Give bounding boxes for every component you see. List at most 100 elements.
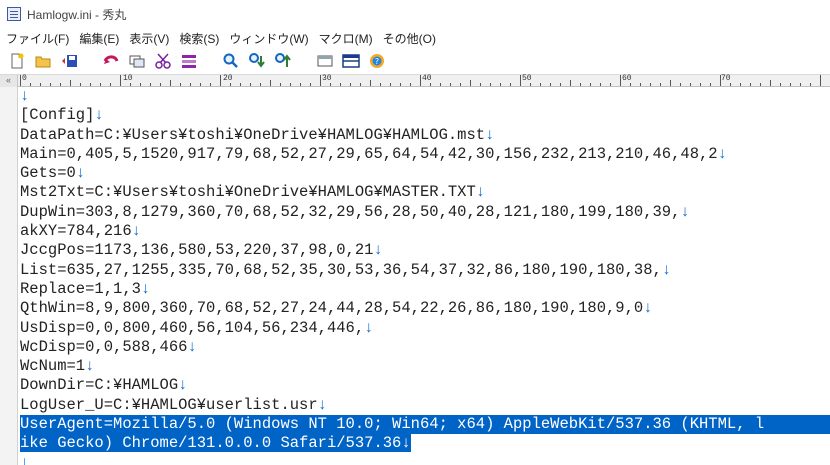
line-text: Mst2Txt=C:¥Users¥toshi¥OneDrive¥HAMLOG¥M…: [20, 183, 476, 202]
editor-line[interactable]: Mst2Txt=C:¥Users¥toshi¥OneDrive¥HAMLOG¥M…: [20, 183, 830, 202]
open-file-button[interactable]: [32, 50, 54, 72]
find-previous-button[interactable]: [272, 50, 294, 72]
cut-button[interactable]: [152, 50, 174, 72]
newline-mark: ↓: [717, 144, 727, 163]
editor-line[interactable]: UserAgent=Mozilla/5.0 (Windows NT 10.0; …: [20, 415, 830, 435]
ruler-label: 40: [422, 74, 432, 83]
line-text: Gets=0: [20, 164, 76, 183]
line-text: DownDir=C:¥HAMLOG: [20, 376, 179, 395]
editor-line[interactable]: ↓: [20, 87, 830, 106]
line-text: Main=0,405,5,1520,917,79,68,52,27,29,65,…: [20, 144, 718, 163]
menu-edit[interactable]: 編集(E): [74, 30, 124, 47]
save-icon: [62, 55, 77, 67]
newline-mark: ↓: [140, 279, 151, 298]
ruler-label: 50: [522, 74, 532, 83]
line-text: [Config]: [20, 106, 95, 125]
editor-line[interactable]: DupWin=303,8,1279,360,70,68,52,32,29,56,…: [20, 203, 830, 222]
menu-search[interactable]: 検索(S): [174, 30, 224, 47]
line-text: DataPath=C:¥Users¥toshi¥OneDrive¥HAMLOG¥…: [20, 125, 486, 144]
column-ruler: « 0 10 20 30 40 50 60 70: [0, 74, 830, 87]
editor-line[interactable]: Replace=1,1,3↓: [20, 280, 830, 299]
select-lines-button[interactable]: [178, 50, 200, 72]
help-icon: ?: [370, 54, 384, 68]
split-window-icon: [342, 54, 360, 68]
new-file-icon: [11, 53, 24, 69]
editor-line[interactable]: QthWin=8,9,800,360,70,68,52,27,24,44,28,…: [20, 299, 830, 318]
menu-macro[interactable]: マクロ(M): [314, 30, 378, 47]
copy-icon: [129, 55, 145, 68]
line-gutter[interactable]: [0, 87, 18, 465]
ruler-label: 10: [123, 74, 133, 83]
editor-line[interactable]: Main=0,405,5,1520,917,79,68,52,27,29,65,…: [20, 145, 830, 164]
line-text: WcDisp=0,0,588,466: [20, 337, 188, 356]
ruler-label: 20: [223, 74, 233, 83]
toolbar: ?: [0, 48, 830, 75]
newline-mark: ↓: [178, 376, 188, 395]
editor-line[interactable]: ike Gecko) Chrome/131.0.0.0 Safari/537.3…: [20, 434, 830, 453]
search-up-icon: [275, 53, 291, 67]
editor-line[interactable]: DownDir=C:¥HAMLOG↓: [20, 376, 830, 395]
editor-line[interactable]: akXY=784,216↓: [20, 222, 830, 241]
line-text: List=635,27,1255,335,70,68,52,35,30,53,3…: [20, 260, 662, 279]
menu-bar: ファイル(F) 編集(E) 表示(V) 検索(S) ウィンドウ(W) マクロ(M…: [0, 28, 830, 48]
line-text: UsDisp=0,0,800,460,56,104,56,234,446,: [20, 318, 365, 337]
editor-line[interactable]: ↓: [20, 454, 830, 465]
ruler-label: 70: [721, 74, 731, 83]
editor-line[interactable]: List=635,27,1255,335,70,68,52,35,30,53,3…: [20, 261, 830, 280]
scissors-icon: [155, 53, 171, 69]
newline-mark: ↓: [317, 395, 327, 414]
line-text: akXY=784,216: [20, 222, 132, 241]
editor-line[interactable]: WcDisp=0,0,588,466↓: [20, 338, 830, 357]
title-bar: Hamlogw.ini - 秀丸: [0, 0, 830, 28]
newline-mark: ↓: [187, 337, 197, 356]
help-button[interactable]: ?: [366, 50, 388, 72]
newline-mark: ↓: [75, 164, 86, 183]
split-window-button[interactable]: [340, 50, 362, 72]
grep-button[interactable]: [314, 50, 336, 72]
editor-line[interactable]: UsDisp=0,0,800,460,56,104,56,234,446,↓: [20, 319, 830, 338]
save-button[interactable]: [58, 50, 80, 72]
ruler-label: 60: [622, 74, 632, 83]
newline-mark: ↓: [485, 125, 495, 144]
document-icon: [7, 7, 21, 21]
editor-line[interactable]: WcNum=1↓: [20, 357, 830, 376]
line-text: LogUser_U=C:¥HAMLOG¥userlist.usr: [20, 395, 318, 414]
menu-window[interactable]: ウィンドウ(W): [224, 30, 313, 47]
undo-button[interactable]: [100, 50, 122, 72]
ruler-gutter[interactable]: «: [0, 75, 18, 87]
newline-mark: ↓: [661, 260, 672, 279]
line-select-icon: [182, 55, 196, 68]
window-icon: [317, 55, 333, 67]
find-button[interactable]: [220, 50, 242, 72]
folder-open-icon: [35, 56, 51, 68]
newline-mark: ↓: [401, 434, 411, 453]
menu-other[interactable]: その他(O): [378, 30, 441, 47]
search-down-icon: [249, 53, 265, 68]
newline-mark: ↓: [20, 87, 30, 105]
editor-line[interactable]: LogUser_U=C:¥HAMLOG¥userlist.usr↓: [20, 396, 830, 415]
line-text: ike Gecko) Chrome/131.0.0.0 Safari/537.3…: [20, 434, 402, 453]
newline-mark: ↓: [680, 202, 690, 221]
menu-view[interactable]: 表示(V): [124, 30, 174, 47]
editor-line[interactable]: [Config]↓: [20, 106, 830, 125]
find-next-button[interactable]: [246, 50, 268, 72]
newline-mark: ↓: [20, 453, 30, 465]
editor-line[interactable]: DataPath=C:¥Users¥toshi¥OneDrive¥HAMLOG¥…: [20, 126, 830, 145]
line-text: JccgPos=1173,136,580,53,220,37,98,0,21: [20, 241, 374, 260]
search-icon: [223, 53, 238, 68]
newline-mark: ↓: [94, 106, 104, 125]
editor-line[interactable]: JccgPos=1173,136,580,53,220,37,98,0,21↓: [20, 241, 830, 260]
newline-mark: ↓: [475, 183, 486, 202]
line-text: WcNum=1: [20, 357, 86, 376]
line-text: UserAgent=Mozilla/5.0 (Windows NT 10.0; …: [20, 415, 765, 434]
ruler-label: 0: [22, 74, 27, 83]
newline-mark: ↓: [364, 318, 374, 337]
line-text: QthWin=8,9,800,360,70,68,52,27,24,44,28,…: [20, 299, 644, 318]
text-editor[interactable]: ↓ [Config]↓ DataPath=C:¥Users¥toshi¥OneDri…: [20, 87, 830, 465]
line-text: DupWin=303,8,1279,360,70,68,52,32,29,56,…: [20, 202, 681, 221]
editor-line[interactable]: Gets=0↓: [20, 164, 830, 183]
svg-text:?: ?: [375, 57, 379, 66]
menu-file[interactable]: ファイル(F): [0, 30, 74, 47]
new-file-button[interactable]: [6, 50, 28, 72]
copy-button[interactable]: [126, 50, 148, 72]
